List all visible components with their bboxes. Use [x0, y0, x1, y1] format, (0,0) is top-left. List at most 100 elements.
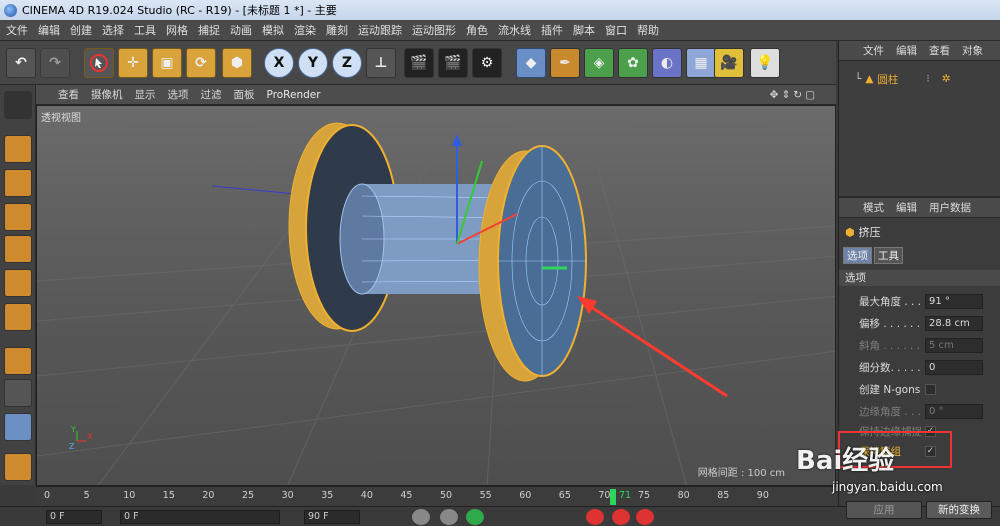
- autokey-button[interactable]: [612, 509, 630, 525]
- offset-field[interactable]: 28.8 cm: [925, 315, 983, 331]
- recent-tool-button[interactable]: ⬢: [222, 48, 252, 78]
- timeline-tick-label: 80: [677, 490, 690, 501]
- camera-button[interactable]: 🎥: [714, 48, 744, 78]
- points-mode-button[interactable]: [4, 235, 32, 263]
- polygons-mode-button[interactable]: [4, 303, 32, 331]
- menu-item-11[interactable]: 运动跟踪: [358, 22, 402, 38]
- menu-item-14[interactable]: 流水线: [498, 22, 531, 38]
- object-menu-edit[interactable]: 编辑: [896, 43, 917, 58]
- viewport-menu-view[interactable]: 查看: [58, 87, 79, 102]
- keyframe-selection-button[interactable]: [636, 509, 654, 525]
- menu-item-9[interactable]: 渲染: [294, 22, 316, 38]
- menu-item-6[interactable]: 捕捉: [198, 22, 220, 38]
- render-settings-button[interactable]: ⚙: [472, 48, 502, 78]
- object-tag-icon[interactable]: ✲: [942, 73, 951, 85]
- menu-item-1[interactable]: 编辑: [38, 22, 60, 38]
- menu-item-4[interactable]: 工具: [134, 22, 156, 38]
- viewport-menu-filter[interactable]: 过滤: [201, 87, 222, 102]
- magnet-button[interactable]: [4, 453, 32, 481]
- record-button[interactable]: [586, 509, 604, 525]
- timeline-playhead[interactable]: [610, 489, 616, 505]
- viewport-menu-camera[interactable]: 摄像机: [91, 87, 123, 102]
- object-menu-view[interactable]: 查看: [929, 43, 950, 58]
- max-frame-field[interactable]: 90 F: [304, 510, 360, 524]
- select-arrow-icon: [90, 54, 108, 72]
- undo-button[interactable]: ↶: [6, 48, 36, 78]
- attr-menu-mode[interactable]: 模式: [863, 200, 884, 215]
- start-frame-field[interactable]: 0 F: [46, 510, 102, 524]
- subdivision-surface-button[interactable]: ◈: [584, 48, 614, 78]
- create-ngons-checkbox[interactable]: [925, 383, 936, 395]
- rotate-tool-button[interactable]: ⟳: [186, 48, 216, 78]
- new-transform-button[interactable]: 新的变换: [926, 501, 992, 519]
- select-tool-button[interactable]: [84, 48, 114, 78]
- render-view-button[interactable]: 🎬: [404, 48, 434, 78]
- menu-item-18[interactable]: 帮助: [637, 22, 659, 38]
- object-visibility-icon[interactable]: ⁝: [926, 73, 929, 85]
- attr-menu-edit[interactable]: 编辑: [896, 200, 917, 215]
- object-menu-file[interactable]: 文件: [863, 43, 884, 58]
- snap-button[interactable]: [4, 413, 32, 441]
- viewport-menu-prorender[interactable]: ProRender: [267, 89, 321, 101]
- deformer-button[interactable]: ◐: [652, 48, 682, 78]
- menu-item-8[interactable]: 模拟: [262, 22, 284, 38]
- step-back-button[interactable]: [440, 509, 458, 525]
- move-tool-button[interactable]: ✛: [118, 48, 148, 78]
- attr-object-header: ⬢ 挤压: [845, 224, 881, 240]
- object-list-item[interactable]: └ ▲ 圆柱 ⁝ ✲: [839, 71, 1000, 87]
- grid-spacing-readout: 网格间距 : 100 cm: [697, 468, 785, 479]
- y-axis-lock-button[interactable]: Y: [298, 48, 328, 78]
- coordinate-system-button[interactable]: ⊥: [366, 48, 396, 78]
- timeline-ruler[interactable]: 71 0 5 10 15 20 25 30 35 40 45 50 55 60 65 70 75 80 85 90: [36, 486, 838, 506]
- min-frame-field[interactable]: 0 F: [120, 510, 280, 524]
- viewport-menubar: 查看 摄像机 显示 选项 过滤 面板 ProRender ✥⇕↻▢: [36, 85, 836, 105]
- cube-primitive-button[interactable]: ◆: [516, 48, 546, 78]
- menu-item-17[interactable]: 窗口: [605, 22, 627, 38]
- z-axis-lock-button[interactable]: Z: [332, 48, 362, 78]
- play-button[interactable]: [466, 509, 484, 525]
- timeline-tick-label: 50: [440, 490, 453, 501]
- subdivision-field[interactable]: 0: [925, 359, 983, 375]
- apply-button[interactable]: 应用: [846, 501, 922, 519]
- edge-angle-field[interactable]: 0 °: [925, 403, 983, 419]
- make-editable-button[interactable]: [4, 91, 32, 119]
- viewport-navigation-icons[interactable]: ✥⇕↻▢: [770, 89, 818, 101]
- enable-axis-button[interactable]: [4, 347, 32, 375]
- menu-item-16[interactable]: 脚本: [573, 22, 595, 38]
- redo-button[interactable]: ↷: [40, 48, 70, 78]
- workplane-mode-button[interactable]: [4, 203, 32, 231]
- perspective-viewport[interactable]: 透视视图 Y X Z 网格间距: 100 cm: [36, 105, 836, 486]
- pen-spline-button[interactable]: ✒: [550, 48, 580, 78]
- max-angle-field[interactable]: 91 °: [925, 293, 983, 309]
- cloner-button[interactable]: ✿: [618, 48, 648, 78]
- go-to-start-button[interactable]: [412, 509, 430, 525]
- menu-item-10[interactable]: 雕刻: [326, 22, 348, 38]
- tab-tool[interactable]: 工具: [874, 247, 903, 264]
- viewport-menu-display[interactable]: 显示: [135, 87, 156, 102]
- render-to-picture-viewer-button[interactable]: 🎬: [438, 48, 468, 78]
- menu-item-12[interactable]: 运动图形: [412, 22, 456, 38]
- tweak-mode-button[interactable]: [4, 379, 32, 407]
- bevel-field[interactable]: 5 cm: [925, 337, 983, 353]
- object-menu-objects[interactable]: 对象: [962, 43, 983, 58]
- timeline-tick-label: 0: [44, 490, 51, 501]
- floor-button[interactable]: ▦: [686, 48, 716, 78]
- menu-item-3[interactable]: 选择: [102, 22, 124, 38]
- attr-menu-userdata[interactable]: 用户数据: [929, 200, 971, 215]
- extrude-tool-icon: ⬢: [845, 225, 855, 239]
- menu-item-7[interactable]: 动画: [230, 22, 252, 38]
- light-button[interactable]: 💡: [750, 48, 780, 78]
- edges-mode-button[interactable]: [4, 269, 32, 297]
- scale-tool-button[interactable]: ▣: [152, 48, 182, 78]
- model-mode-button[interactable]: [4, 135, 32, 163]
- x-axis-lock-button[interactable]: X: [264, 48, 294, 78]
- viewport-menu-options[interactable]: 选项: [168, 87, 189, 102]
- menu-item-13[interactable]: 角色: [466, 22, 488, 38]
- menu-item-5[interactable]: 网格: [166, 22, 188, 38]
- tab-options[interactable]: 选项: [843, 247, 872, 264]
- menu-item-2[interactable]: 创建: [70, 22, 92, 38]
- menu-item-0[interactable]: 文件: [6, 22, 28, 38]
- texture-mode-button[interactable]: [4, 169, 32, 197]
- viewport-menu-panel[interactable]: 面板: [234, 87, 255, 102]
- menu-item-15[interactable]: 插件: [541, 22, 563, 38]
